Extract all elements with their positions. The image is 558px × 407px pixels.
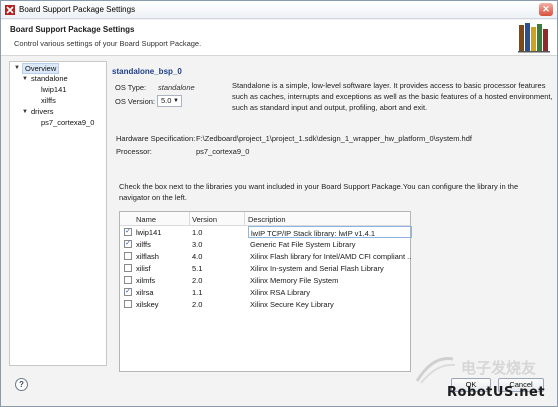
books-icon xyxy=(518,23,550,53)
row-name: xilskey xyxy=(136,300,159,309)
row-name: xilisf xyxy=(136,264,151,273)
row-version: 1.0 xyxy=(192,228,203,237)
os-version-select[interactable]: 5.0 ▼ xyxy=(157,95,182,107)
row-name: xilffs xyxy=(136,240,151,249)
col-header-version[interactable]: Version xyxy=(192,215,217,224)
title-bar[interactable]: Board Support Package Settings ✕ xyxy=(1,1,557,19)
table-row[interactable]: xilskey 2.0 Xilinx Secure Key Library xyxy=(120,298,410,310)
col-header-description[interactable]: Description xyxy=(248,215,286,224)
row-name: xilflash xyxy=(136,252,159,261)
header-description: Control various settings of your Board S… xyxy=(14,39,202,48)
expand-drivers-icon[interactable]: ▼ xyxy=(22,109,28,115)
hw-spec-label: Hardware Specification: xyxy=(116,134,196,143)
xilskey-checkbox[interactable] xyxy=(124,300,132,308)
watermark-logo: 电子发烧友 RobotUS.net xyxy=(411,349,557,403)
hw-spec-value: F:\Zedboard\project_1\project_1.sdk\desi… xyxy=(196,134,472,143)
nav-item-drivers[interactable]: drivers xyxy=(31,107,54,116)
row-name: xilmfs xyxy=(136,276,156,285)
os-version-value: 5.0 xyxy=(161,96,172,105)
row-version: 2.0 xyxy=(192,300,203,309)
watermark-text-cn: 电子发烧友 xyxy=(461,359,537,377)
expand-standalone-icon[interactable]: ▼ xyxy=(22,76,28,82)
col-header-name[interactable]: Name xyxy=(136,215,156,224)
processor-value: ps7_cortexa9_0 xyxy=(196,147,250,156)
help-icon[interactable]: ? xyxy=(15,378,28,391)
xilmfs-checkbox[interactable] xyxy=(124,276,132,284)
chevron-down-icon: ▼ xyxy=(173,98,179,104)
xilflash-checkbox[interactable] xyxy=(124,252,132,260)
dialog-header: Board Support Package Settings Control v… xyxy=(1,20,557,56)
os-version-label: OS Version: xyxy=(115,97,156,106)
expand-overview-icon[interactable]: ▼ xyxy=(14,65,20,71)
os-description: Standalone is a simple, low-level softwa… xyxy=(232,81,553,112)
os-type-label: OS Type: xyxy=(115,83,147,92)
bsp-settings-dialog: Board Support Package Settings ✕ Board S… xyxy=(0,0,558,407)
row-description: Generic Fat File System Library xyxy=(250,240,356,249)
row-description: Xilinx Memory File System xyxy=(250,276,339,285)
column-divider[interactable] xyxy=(189,212,190,226)
bsp-name: standalone_bsp_0 xyxy=(112,67,182,76)
library-table: Name Version Description ✓ lwip141 1.0 l… xyxy=(119,211,412,372)
watermark-swoosh-icon xyxy=(415,356,456,384)
table-row[interactable]: ✓ xilrsa 1.1 Xilinx RSA Library xyxy=(120,286,410,298)
row-version: 1.1 xyxy=(192,288,203,297)
xilffs-checkbox[interactable]: ✓ xyxy=(124,240,132,248)
xilrsa-checkbox[interactable]: ✓ xyxy=(124,288,132,296)
row-description: Xilinx Flash library for Intel/AMD CFI c… xyxy=(250,252,412,261)
nav-item-lwip141[interactable]: lwip141 xyxy=(41,85,66,94)
row-description: Xilinx RSA Library xyxy=(250,288,311,297)
lwip141-checkbox[interactable]: ✓ xyxy=(124,228,132,236)
close-window-button[interactable]: ✕ xyxy=(539,3,553,16)
nav-item-overview[interactable]: Overview xyxy=(22,63,60,74)
watermark-text-en: RobotUS.net xyxy=(447,385,546,400)
nav-item-standalone[interactable]: standalone xyxy=(31,74,68,83)
row-version: 3.0 xyxy=(192,240,203,249)
overview-panel: standalone_bsp_0 OS Type: standalone OS … xyxy=(112,61,553,373)
table-row[interactable]: ✓ xilffs 3.0 Generic Fat File System Lib… xyxy=(120,238,410,250)
xilinx-app-icon xyxy=(5,5,15,15)
instructions-line-2: navigator on the left. xyxy=(119,193,187,202)
header-title: Board Support Package Settings xyxy=(10,25,135,34)
row-description: Xilinx In-system and Serial Flash Librar… xyxy=(250,264,384,273)
column-divider[interactable] xyxy=(244,212,245,226)
table-row[interactable]: ✓ lwip141 1.0 lwIP TCP/IP Stack library:… xyxy=(120,226,412,238)
os-type-value: standalone xyxy=(158,83,195,92)
table-row[interactable]: xilisf 5.1 Xilinx In-system and Serial F… xyxy=(120,262,410,274)
settings-navigator: ▼ Overview ▼ standalone lwip141 xilffs ▼… xyxy=(9,61,107,366)
processor-label: Processor: xyxy=(116,147,152,156)
row-name: xilrsa xyxy=(136,288,154,297)
row-version: 2.0 xyxy=(192,276,203,285)
table-row[interactable]: xilmfs 2.0 Xilinx Memory File System xyxy=(120,274,410,286)
row-description: lwIP TCP/IP Stack library: lwIP v1.4.1 xyxy=(248,226,412,238)
row-description: Xilinx Secure Key Library xyxy=(250,300,334,309)
row-version: 4.0 xyxy=(192,252,203,261)
instructions-line-1: Check the box next to the libraries you … xyxy=(119,182,519,191)
row-version: 5.1 xyxy=(192,264,203,273)
xilisf-checkbox[interactable] xyxy=(124,264,132,272)
table-row[interactable]: xilflash 4.0 Xilinx Flash library for In… xyxy=(120,250,412,262)
window-title: Board Support Package Settings xyxy=(19,5,136,14)
row-name: lwip141 xyxy=(136,228,162,237)
nav-item-xilffs[interactable]: xilffs xyxy=(41,96,56,105)
table-header: Name Version Description xyxy=(120,212,410,226)
nav-item-ps7-cortexa9[interactable]: ps7_cortexa9_0 xyxy=(41,118,94,127)
